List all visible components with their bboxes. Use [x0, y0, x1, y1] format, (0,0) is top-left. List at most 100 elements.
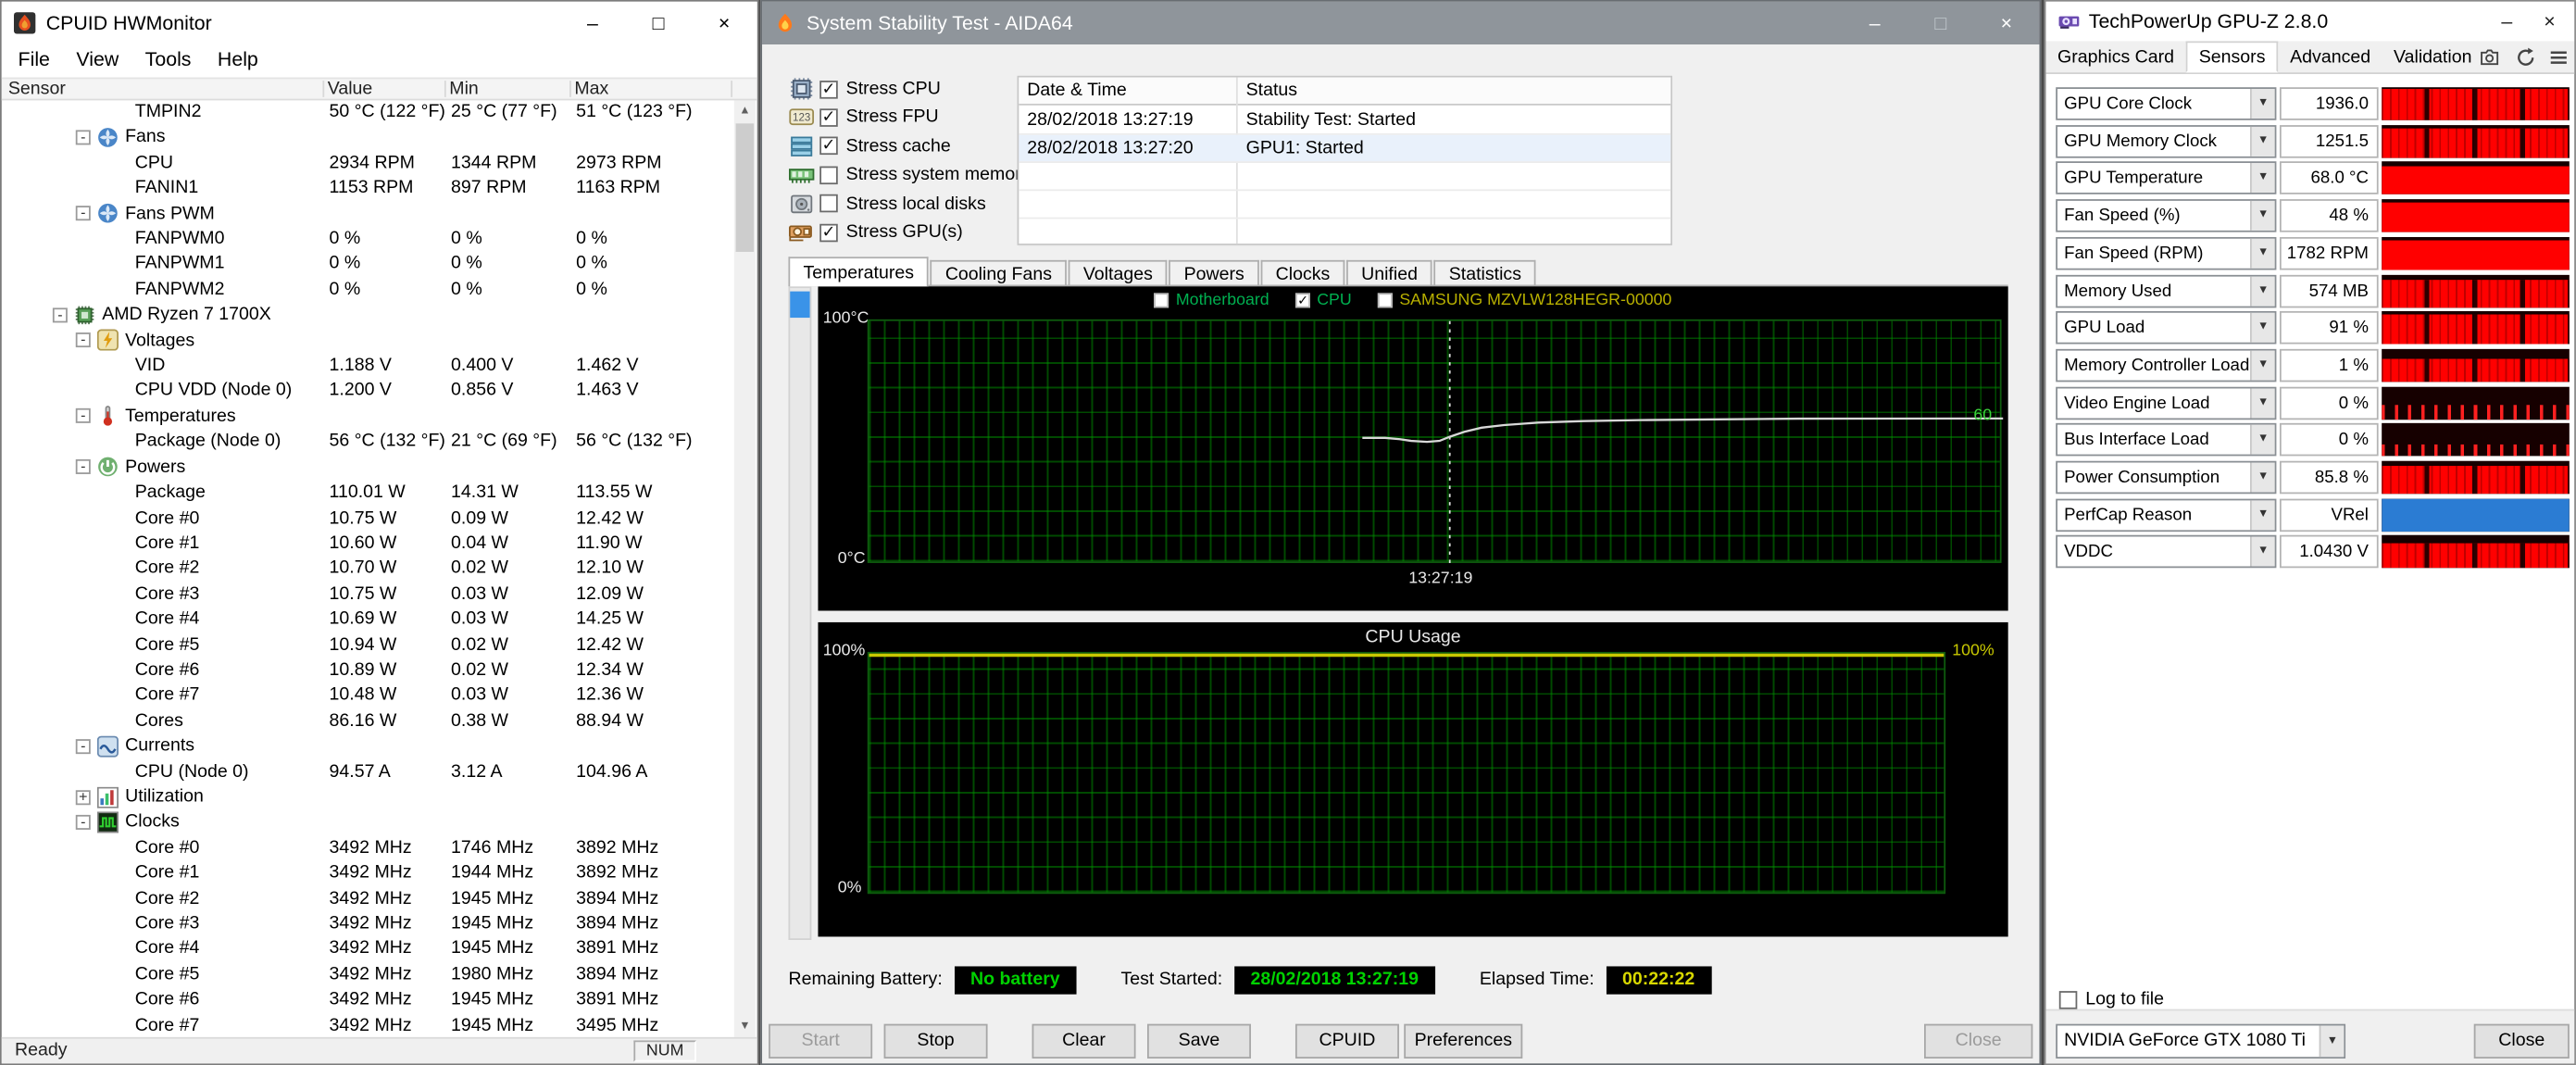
- chevron-down-icon[interactable]: ▼: [2250, 238, 2275, 268]
- legend-checkbox[interactable]: [1155, 293, 1169, 307]
- chevron-down-icon[interactable]: ▼: [2250, 164, 2275, 194]
- sensor-row[interactable]: -Fans PWM: [4, 202, 734, 227]
- sensor-select[interactable]: PerfCap Reason▼: [2056, 498, 2276, 532]
- stop-button[interactable]: Stop: [884, 1024, 988, 1059]
- events-col-datetime[interactable]: Date & Time: [1027, 81, 1127, 100]
- collapse-toggle-icon[interactable]: -: [76, 409, 91, 424]
- sensor-select[interactable]: Bus Interface Load▼: [2056, 423, 2276, 457]
- sensor-row[interactable]: -Voltages: [4, 329, 734, 354]
- collapse-toggle-icon[interactable]: -: [76, 815, 91, 830]
- sensor-row[interactable]: Core #23492 MHz1945 MHz3894 MHz: [4, 886, 734, 911]
- legend-item[interactable]: ✓CPU: [1295, 292, 1352, 310]
- sensor-row[interactable]: FANPWM00 %0 %0 %: [4, 227, 734, 252]
- sensor-select[interactable]: Power Consumption▼: [2056, 461, 2276, 495]
- collapse-toggle-icon[interactable]: -: [76, 459, 91, 474]
- aida64-titlebar[interactable]: System Stability Test - AIDA64 – □ ×: [762, 2, 2039, 44]
- expand-toggle-icon[interactable]: +: [76, 789, 91, 804]
- sensor-row[interactable]: Core #110.60 W0.04 W11.90 W: [4, 532, 734, 557]
- event-row[interactable]: 28/02/2018 13:27:19Stability Test: Start…: [1019, 107, 1670, 135]
- checkbox[interactable]: ✓: [819, 108, 838, 127]
- sensor-row[interactable]: -Clocks: [4, 810, 734, 835]
- menu-help[interactable]: Help: [205, 44, 271, 74]
- chevron-down-icon[interactable]: ▼: [2250, 500, 2275, 530]
- sensor-select[interactable]: Video Engine Load▼: [2056, 386, 2276, 420]
- sensor-row[interactable]: Core #13492 MHz1944 MHz3892 MHz: [4, 861, 734, 886]
- checkbox[interactable]: ✓: [819, 80, 838, 98]
- scrollbar-thumb[interactable]: [736, 123, 755, 252]
- stress-option[interactable]: ✓Stress CPU: [788, 76, 940, 102]
- chevron-down-icon[interactable]: ▼: [2250, 425, 2275, 455]
- refresh-icon[interactable]: [2513, 46, 2538, 69]
- sensor-select[interactable]: Fan Speed (%)▼: [2056, 199, 2276, 232]
- column-header-max[interactable]: Max: [574, 79, 608, 100]
- chevron-down-icon[interactable]: ▼: [2250, 201, 2275, 231]
- sensor-row[interactable]: Core #43492 MHz1945 MHz3891 MHz: [4, 937, 734, 962]
- checkbox[interactable]: ✓: [819, 137, 838, 156]
- legend-checkbox[interactable]: ✓: [1295, 293, 1310, 307]
- chevron-down-icon[interactable]: ▼: [2250, 350, 2275, 380]
- sensor-row[interactable]: Core #63492 MHz1945 MHz3891 MHz: [4, 988, 734, 1013]
- stress-option[interactable]: Stress local disks: [788, 190, 985, 216]
- sensor-row[interactable]: CPU2934 RPM1344 RPM2973 RPM: [4, 151, 734, 176]
- legend-item[interactable]: Motherboard: [1155, 292, 1269, 310]
- sensor-row[interactable]: Core #73492 MHz1945 MHz3495 MHz: [4, 1013, 734, 1037]
- column-header-min[interactable]: Min: [449, 79, 479, 100]
- sensor-row[interactable]: FANIN11153 RPM897 RPM1163 RPM: [4, 177, 734, 202]
- checkbox[interactable]: [819, 194, 838, 213]
- tab-clocks[interactable]: Clocks: [1261, 260, 1345, 286]
- tab-statistics[interactable]: Statistics: [1434, 260, 1536, 286]
- clear-button[interactable]: Clear: [1032, 1024, 1136, 1059]
- sensor-row[interactable]: Core #33492 MHz1945 MHz3894 MHz: [4, 912, 734, 937]
- checkbox[interactable]: ✓: [819, 223, 838, 242]
- close-button[interactable]: ×: [1973, 2, 2039, 44]
- menu-view[interactable]: View: [63, 44, 131, 74]
- scroll-down-icon[interactable]: ▼: [734, 1016, 756, 1037]
- preferences-button[interactable]: Preferences: [1404, 1024, 1522, 1059]
- screenshot-icon[interactable]: [2477, 46, 2502, 69]
- sensor-select[interactable]: GPU Load▼: [2056, 311, 2276, 345]
- sensor-select[interactable]: Memory Controller Load▼: [2056, 349, 2276, 382]
- temperature-plot-area[interactable]: [868, 320, 2002, 563]
- tab-cooling-fans[interactable]: Cooling Fans: [931, 260, 1067, 286]
- sensor-row[interactable]: Package110.01 W14.31 W113.55 W: [4, 481, 734, 506]
- chevron-down-icon[interactable]: ▼: [2320, 1025, 2345, 1057]
- stress-option[interactable]: 123✓Stress FPU: [788, 105, 938, 131]
- chevron-down-icon[interactable]: ▼: [2250, 126, 2275, 156]
- checkbox[interactable]: [819, 166, 838, 184]
- event-row[interactable]: [1019, 191, 1670, 219]
- chevron-down-icon[interactable]: ▼: [2250, 388, 2275, 418]
- sensor-row[interactable]: Core #710.48 W0.03 W12.36 W: [4, 683, 734, 708]
- collapse-toggle-icon[interactable]: -: [76, 207, 91, 221]
- sensor-row[interactable]: -Temperatures: [4, 405, 734, 430]
- sensor-row[interactable]: Core #010.75 W0.09 W12.42 W: [4, 507, 734, 532]
- tab-temperatures[interactable]: Temperatures: [788, 257, 929, 286]
- event-row[interactable]: 28/02/2018 13:27:20GPU1: Started: [1019, 135, 1670, 163]
- chevron-down-icon[interactable]: ▼: [2250, 313, 2275, 343]
- minimize-button[interactable]: –: [2485, 2, 2528, 42]
- sensor-row[interactable]: Cores86.16 W0.38 W88.94 W: [4, 709, 734, 734]
- sensor-row[interactable]: Core #610.89 W0.02 W12.34 W: [4, 658, 734, 683]
- chart-scrollbar-thumb[interactable]: [790, 292, 809, 318]
- sensor-row[interactable]: CPU (Node 0)94.57 A3.12 A104.96 A: [4, 759, 734, 784]
- sensor-select[interactable]: Memory Used▼: [2056, 274, 2276, 307]
- close-app-button[interactable]: Close: [2474, 1024, 2570, 1059]
- collapse-toggle-icon[interactable]: -: [53, 307, 68, 322]
- log-to-file-checkbox[interactable]: [2059, 990, 2078, 1009]
- close-button[interactable]: ×: [692, 2, 757, 44]
- sensor-select[interactable]: GPU Core Clock▼: [2056, 87, 2276, 120]
- chevron-down-icon[interactable]: ▼: [2250, 276, 2275, 306]
- stress-option[interactable]: Stress system memory: [788, 162, 1030, 188]
- minimize-button[interactable]: –: [1842, 2, 1907, 44]
- tab-graphics-card[interactable]: Graphics Card: [2046, 43, 2186, 74]
- collapse-toggle-icon[interactable]: -: [76, 739, 91, 754]
- sensor-select[interactable]: Fan Speed (RPM)▼: [2056, 237, 2276, 270]
- event-row[interactable]: [1019, 163, 1670, 191]
- menu-icon[interactable]: [2546, 46, 2571, 69]
- sensor-row[interactable]: Core #03492 MHz1746 MHz3892 MHz: [4, 836, 734, 861]
- cpuid-button[interactable]: CPUID: [1295, 1024, 1399, 1059]
- legend-item[interactable]: SAMSUNG MZVLW128HEGR-00000: [1378, 292, 1671, 310]
- tab-voltages[interactable]: Voltages: [1069, 260, 1168, 286]
- sensor-row[interactable]: Core #510.94 W0.02 W12.42 W: [4, 633, 734, 658]
- column-header-sensor[interactable]: Sensor: [8, 79, 66, 100]
- tab-sensors[interactable]: Sensors: [2186, 41, 2279, 72]
